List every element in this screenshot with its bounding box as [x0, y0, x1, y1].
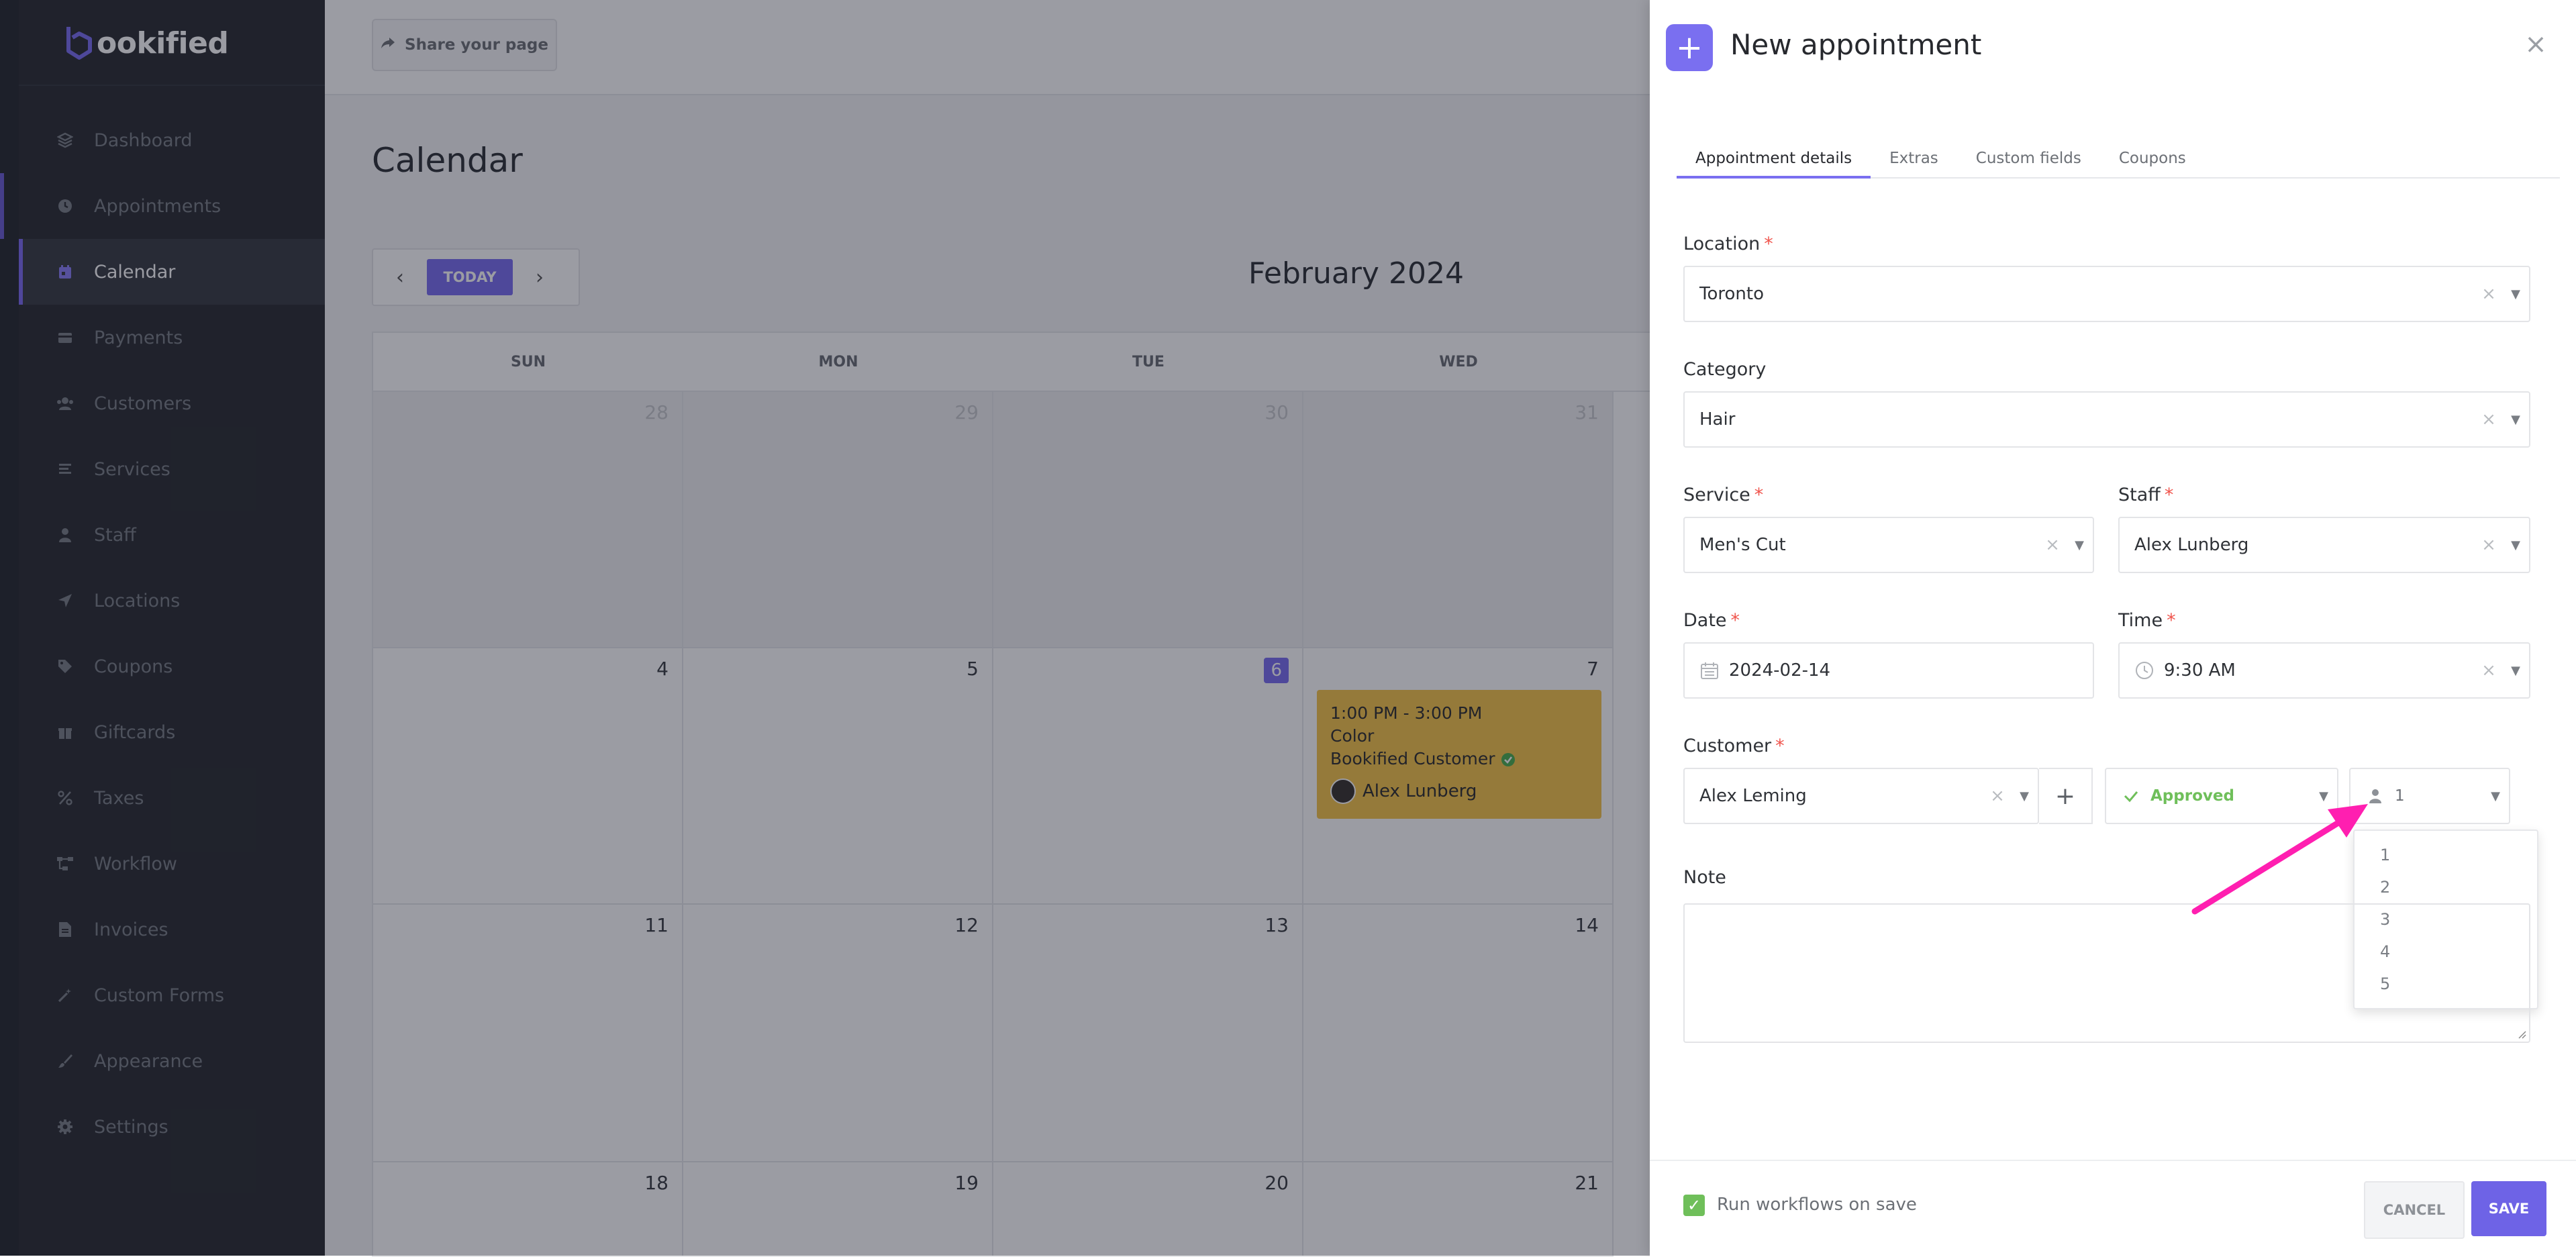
staff-label: Staff * — [2118, 485, 2173, 505]
run-workflows-label: Run workflows on save — [1717, 1195, 1917, 1215]
location-label-text: Location — [1683, 234, 1761, 254]
required-mark: * — [2164, 485, 2174, 505]
tab-appointment-details[interactable]: Appointment details — [1677, 141, 1871, 179]
new-appointment-panel: + New appointment × Appointment details … — [1650, 0, 2576, 1256]
customer-label: Customer * — [1683, 736, 1785, 756]
modal-backdrop[interactable] — [0, 0, 1650, 1256]
chevron-down-icon[interactable]: ▼ — [2502, 287, 2529, 301]
tab-extras[interactable]: Extras — [1871, 141, 1957, 176]
tab-coupons[interactable]: Coupons — [2100, 141, 2205, 176]
service-select[interactable]: Men's Cut × ▼ — [1683, 517, 2094, 573]
chevron-down-icon[interactable]: ▼ — [2066, 538, 2093, 552]
location-value: Toronto — [1699, 284, 1764, 304]
clear-icon[interactable]: × — [2039, 535, 2066, 555]
date-label: Date * — [1683, 610, 1740, 631]
cancel-button[interactable]: CANCEL — [2364, 1181, 2465, 1239]
location-label: Location * — [1683, 234, 1773, 254]
plus-icon: + — [1666, 24, 1713, 71]
staff-select[interactable]: Alex Lunberg × ▼ — [2118, 517, 2530, 573]
location-select[interactable]: Toronto × ▼ — [1683, 266, 2530, 322]
required-mark: * — [1730, 610, 1740, 631]
panel-footer: ✓ Run workflows on save CANCEL SAVE — [1650, 1160, 2576, 1257]
service-label: Service * — [1683, 485, 1763, 505]
time-value: 9:30 AM — [2164, 660, 2236, 681]
staff-label-text: Staff — [2118, 485, 2161, 505]
chevron-down-icon[interactable]: ▼ — [2011, 789, 2038, 803]
note-label: Note — [1683, 867, 1726, 888]
chevron-down-icon[interactable]: ▼ — [2502, 413, 2529, 427]
panel-title: New appointment — [1730, 28, 1982, 61]
category-label: Category — [1683, 359, 1767, 380]
clear-icon[interactable]: × — [2475, 535, 2502, 555]
required-mark: * — [1764, 234, 1773, 254]
staff-value: Alex Lunberg — [2134, 535, 2249, 555]
run-workflows-checkbox[interactable]: ✓ — [1683, 1195, 1705, 1216]
close-icon: × — [2524, 29, 2547, 60]
customer-value: Alex Leming — [1699, 786, 1807, 806]
date-picker[interactable]: 2024-02-14 — [1683, 642, 2094, 699]
note-textarea[interactable] — [1683, 903, 2530, 1043]
time-label-text: Time — [2118, 610, 2163, 631]
chevron-down-icon[interactable]: ▼ — [2502, 538, 2529, 552]
chevron-down-icon[interactable]: ▼ — [2482, 789, 2509, 803]
time-select[interactable]: 9:30 AM × ▼ — [2118, 642, 2530, 699]
save-button[interactable]: SAVE — [2471, 1181, 2546, 1236]
date-label-text: Date — [1683, 610, 1727, 631]
annotation-arrow-icon — [2191, 804, 2368, 915]
clear-icon[interactable]: × — [1984, 786, 2011, 806]
category-value: Hair — [1699, 409, 1736, 430]
chevron-down-icon[interactable]: ▼ — [2502, 664, 2529, 678]
date-value: 2024-02-14 — [1729, 660, 1831, 681]
clear-icon[interactable]: × — [2475, 660, 2502, 681]
customer-label-text: Customer — [1683, 736, 1772, 756]
panel-tabs: Appointment details Extras Custom fields… — [1677, 141, 2560, 179]
required-mark: * — [1775, 736, 1785, 756]
tab-custom-fields[interactable]: Custom fields — [1957, 141, 2100, 176]
clear-icon[interactable]: × — [2475, 409, 2502, 430]
category-select[interactable]: Hair × ▼ — [1683, 391, 2530, 448]
time-label: Time * — [2118, 610, 2176, 631]
customer-select[interactable]: Alex Leming × ▼ — [1683, 768, 2039, 824]
required-mark: * — [1754, 485, 1764, 505]
close-button[interactable]: × — [2522, 29, 2549, 60]
check-icon: ✓ — [1687, 1196, 1701, 1215]
resize-handle-icon[interactable] — [2516, 1028, 2526, 1039]
people-count-value: 1 — [2395, 787, 2405, 805]
clear-icon[interactable]: × — [2475, 284, 2502, 304]
required-mark: * — [2167, 610, 2176, 631]
service-value: Men's Cut — [1699, 535, 1786, 555]
add-customer-button[interactable]: + — [2039, 768, 2093, 824]
service-label-text: Service — [1683, 485, 1750, 505]
plus-icon: + — [2054, 782, 2076, 810]
